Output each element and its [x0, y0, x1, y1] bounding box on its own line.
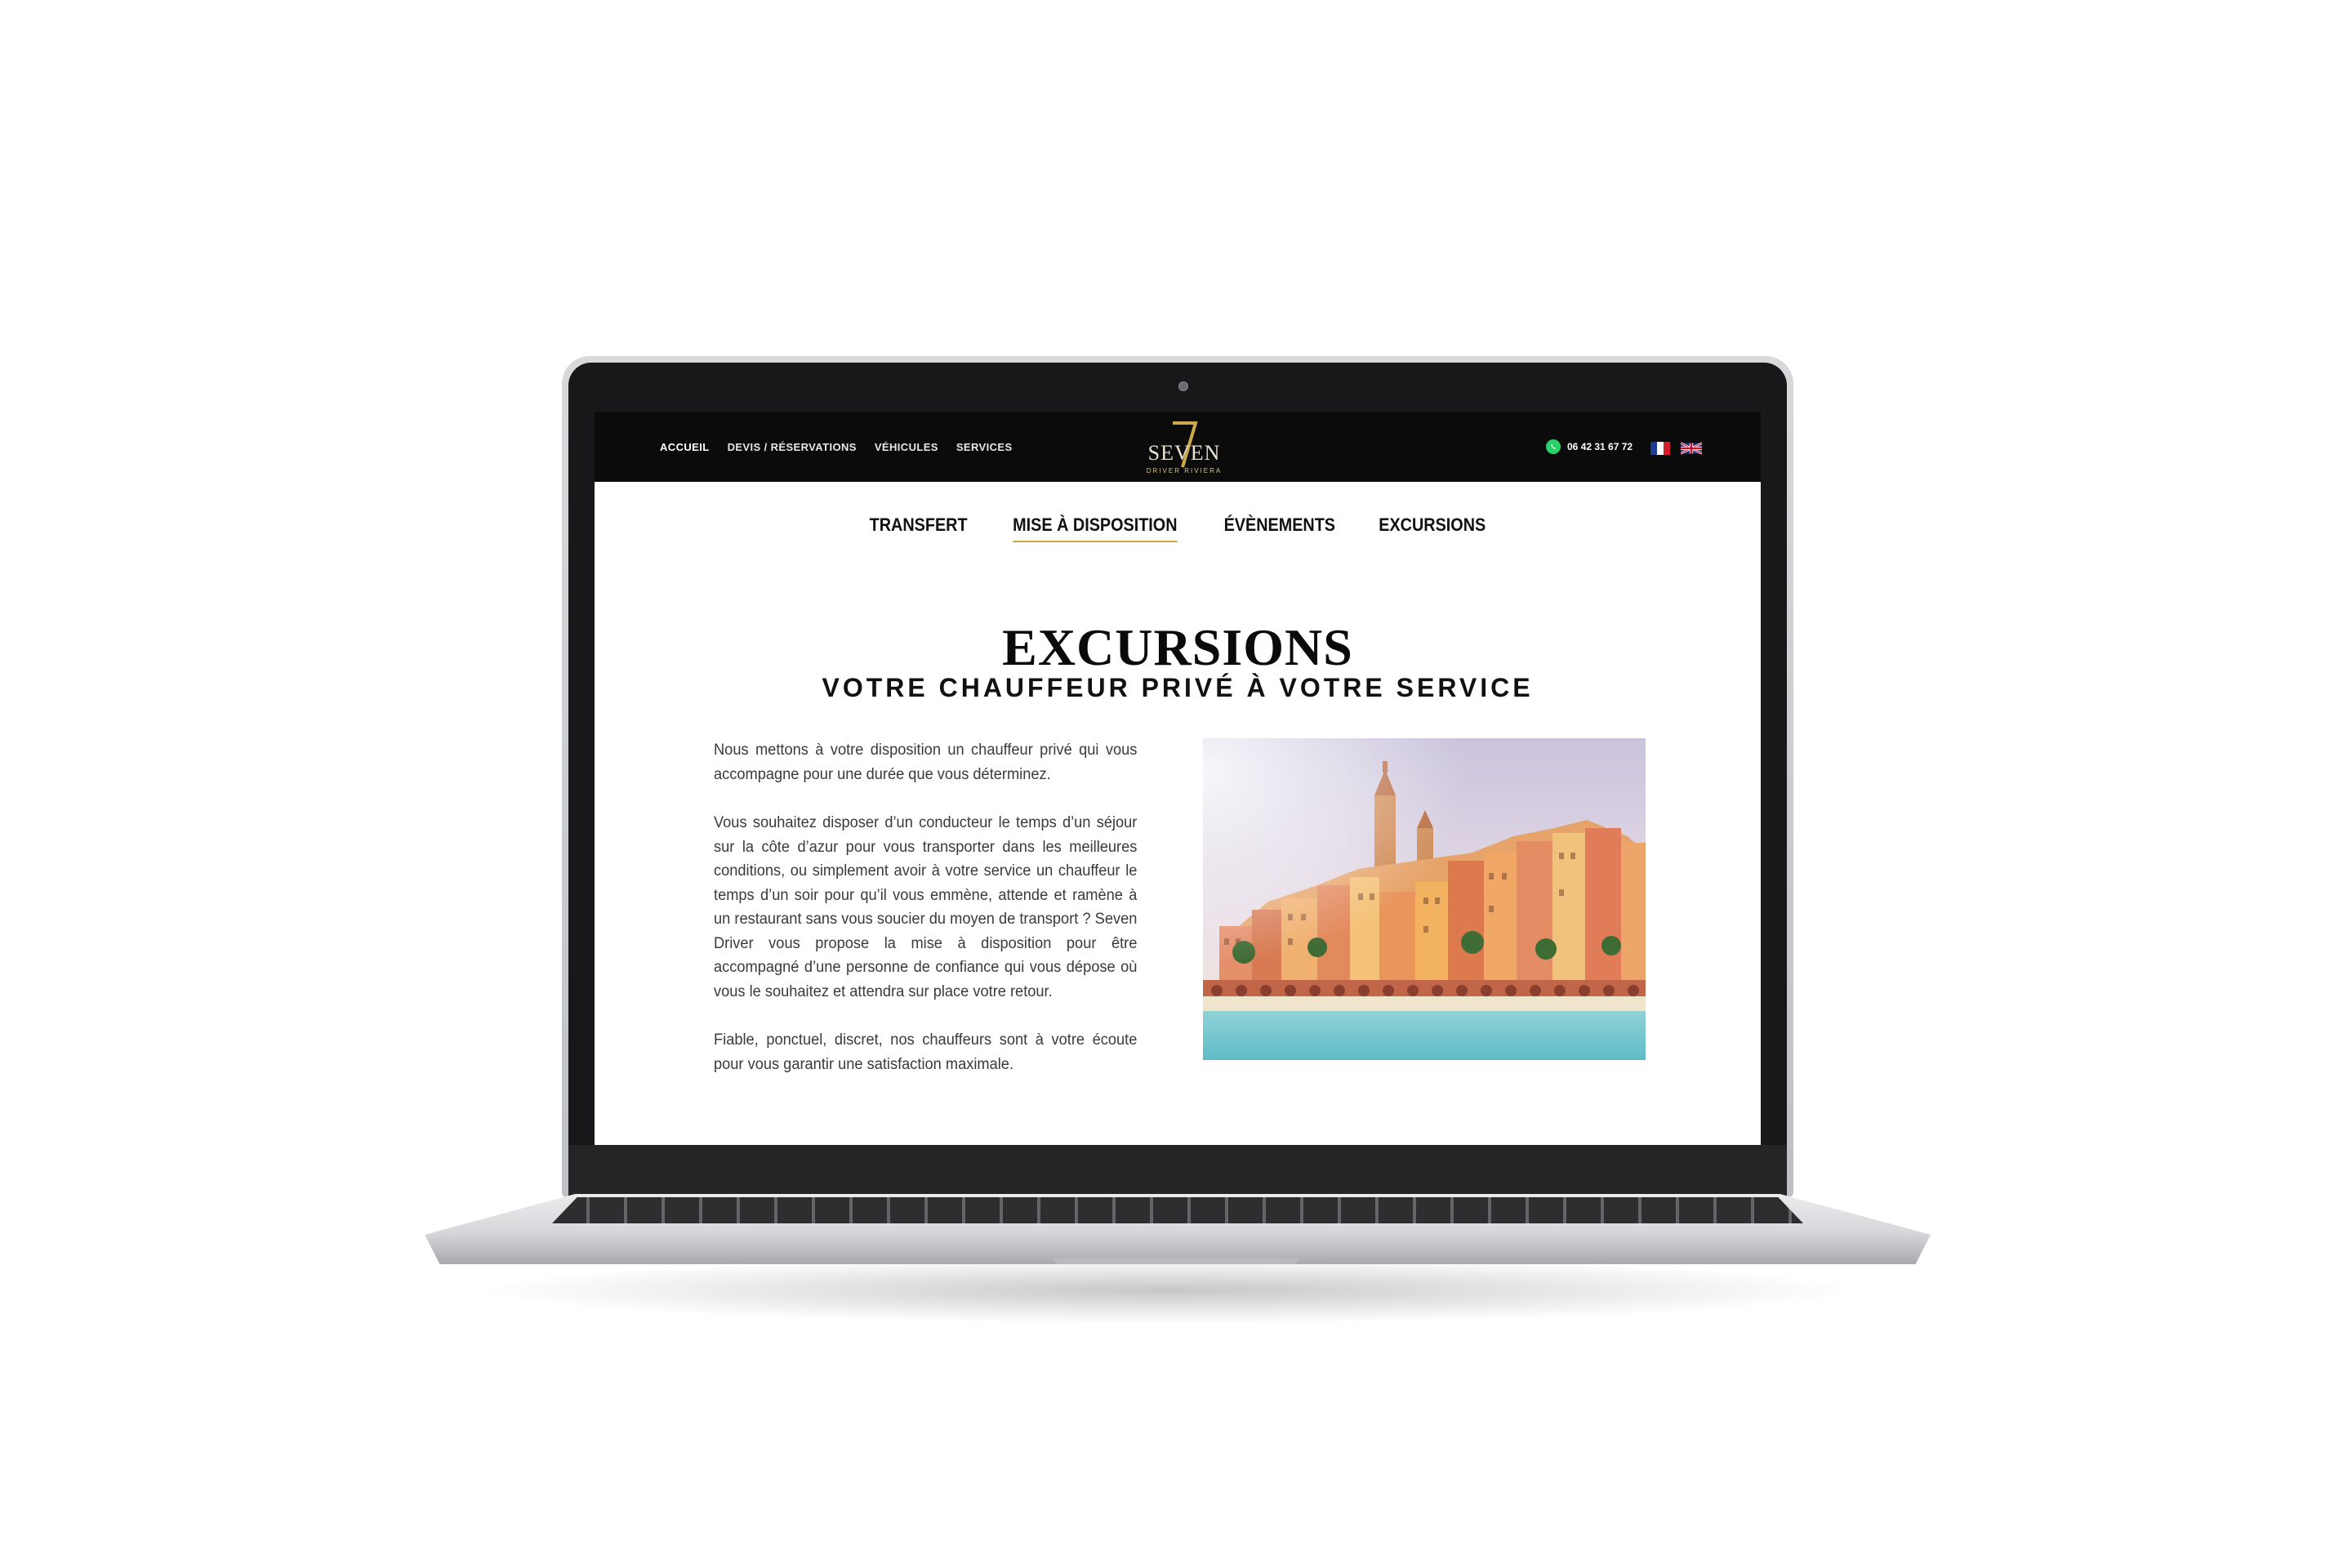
- nav-item-accueil[interactable]: ACCUEIL: [660, 441, 710, 453]
- tab-mise-a-disposition[interactable]: MISE À DISPOSITION: [1013, 514, 1178, 542]
- tab-excursions[interactable]: EXCURSIONS: [1379, 514, 1486, 542]
- paragraph-closing: Fiable, ponctuel, discret, nos chauffeur…: [714, 1031, 1138, 1073]
- menton-coastal-town-photo: [1203, 738, 1646, 1060]
- phone-number: 06 42 31 67 72: [1567, 441, 1633, 452]
- paragraph-intro: Nous mettons à votre disposition un chau…: [714, 742, 1138, 783]
- tab-transfert[interactable]: TRANSFERT: [870, 514, 968, 542]
- phone-contact[interactable]: 06 42 31 67 72: [1546, 439, 1633, 454]
- page-subtitle: VOTRE CHAUFFEUR PRIVÉ À VOTRE SERVICE: [822, 673, 1534, 702]
- tab-evenements[interactable]: ÉVÈNEMENTS: [1224, 514, 1335, 542]
- laptop-keyboard: [552, 1197, 1803, 1223]
- site-header: ACCUEIL DEVIS / RÉSERVATIONS VÉHICULES S…: [595, 412, 1761, 482]
- laptop-chin: [568, 1145, 1787, 1197]
- webcam-icon: [1178, 381, 1188, 391]
- site-logo[interactable]: SEVEN DRIVER RIVIERA: [1139, 420, 1229, 477]
- nav-item-vehicules[interactable]: VÉHICULES: [875, 441, 938, 453]
- logo-tagline: DRIVER RIVIERA: [1146, 467, 1223, 474]
- fr-flag-icon[interactable]: [1650, 442, 1671, 455]
- main-nav: ACCUEIL DEVIS / RÉSERVATIONS VÉHICULES S…: [660, 441, 1013, 453]
- browser-viewport: ACCUEIL DEVIS / RÉSERVATIONS VÉHICULES S…: [595, 412, 1761, 1145]
- nav-item-devis-reservations[interactable]: DEVIS / RÉSERVATIONS: [728, 441, 857, 453]
- paragraph-details: Vous souhaitez disposer d’un conducteur …: [714, 814, 1138, 1000]
- laptop-shadow: [490, 1258, 1846, 1323]
- nav-item-services[interactable]: SERVICES: [956, 441, 1013, 453]
- services-sub-nav: TRANSFERT MISE À DISPOSITION ÉVÈNEMENTS …: [595, 514, 1761, 542]
- service-description: Nous mettons à votre disposition un chau…: [714, 738, 1137, 1101]
- whatsapp-icon: [1546, 439, 1561, 454]
- logo-wordmark: SEVEN: [1147, 441, 1221, 465]
- language-switcher: [1650, 442, 1702, 455]
- uk-flag-icon[interactable]: [1681, 442, 1702, 455]
- page-title: EXCURSIONS: [1002, 618, 1353, 676]
- laptop-trackpad-notch: [1054, 1258, 1298, 1264]
